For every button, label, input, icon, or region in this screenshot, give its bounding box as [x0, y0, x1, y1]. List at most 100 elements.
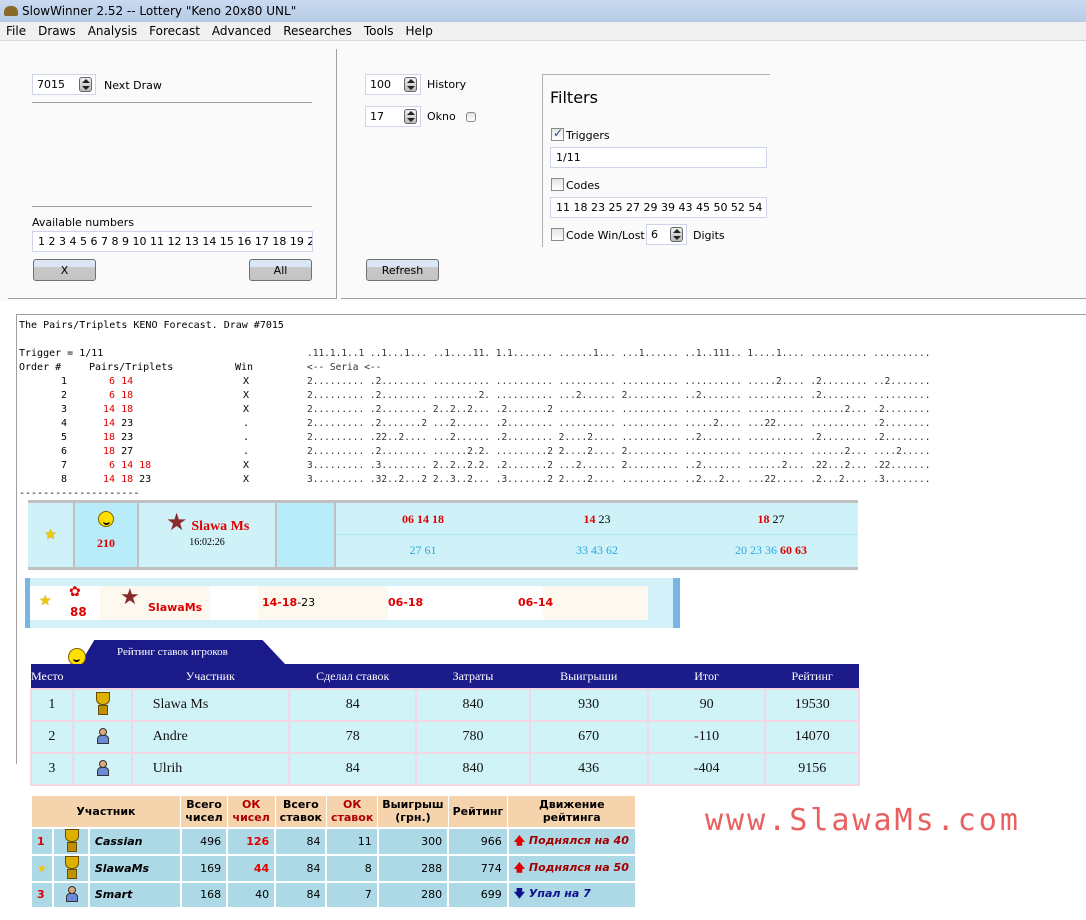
spinner-arrows-icon[interactable]: [404, 77, 417, 92]
triggers-checkbox[interactable]: [551, 126, 564, 141]
divider: [8, 298, 336, 299]
person-icon: [65, 886, 78, 902]
stats-header: ОК чисел: [226, 795, 276, 828]
menu-researches[interactable]: Researches: [277, 24, 358, 38]
menu-bar: File Draws Analysis Forecast Advanced Re…: [0, 22, 1086, 41]
code-win-lost-label: Code Win/Lost: [566, 229, 645, 242]
triggers-field[interactable]: 1/11: [550, 147, 767, 168]
rank-cell: ★: [28, 503, 75, 567]
stats-name[interactable]: Smart: [87, 880, 182, 909]
bet-numbers: 06-18: [388, 596, 423, 609]
stats-win: 300: [376, 826, 450, 856]
trigger-series: .11.1.1..1 ..1...1... ..1....11. 1.1....…: [307, 348, 931, 359]
menu-help[interactable]: Help: [399, 24, 438, 38]
menu-analysis[interactable]: Analysis: [82, 24, 143, 38]
row-series: 2......... .2........ .......... .......…: [307, 376, 931, 387]
refresh-button[interactable]: Refresh: [366, 259, 439, 281]
spinner-arrows-icon[interactable]: [404, 109, 417, 124]
row-order: 4: [61, 418, 68, 429]
rating-total: -110: [646, 720, 767, 754]
col-pairs: Pairs/Triplets: [89, 362, 174, 373]
rating-total: 90: [646, 688, 767, 722]
stats-header: Всего чисел: [180, 795, 228, 828]
divider: [336, 49, 337, 299]
row-series: 2......... .22..2.... ...2...... .2.....…: [307, 432, 931, 443]
row-numbers: 14 23: [103, 417, 139, 431]
rating-rating: 19530: [764, 688, 860, 722]
code-win-lost-checkbox[interactable]: [551, 228, 564, 241]
points-value: 88: [70, 605, 87, 619]
row-numbers: 6 14 18: [103, 459, 157, 473]
menu-advanced[interactable]: Advanced: [206, 24, 277, 38]
hit-number: 14: [121, 460, 134, 471]
available-numbers-field[interactable]: 1 2 3 4 5 6 7 8 9 10 11 12 13 14 15 16 1…: [32, 231, 313, 252]
history-spinner[interactable]: 100: [365, 74, 421, 95]
bet-miss: 23: [598, 512, 611, 526]
menu-file[interactable]: File: [0, 24, 32, 38]
codes-checkbox[interactable]: [551, 178, 564, 191]
divider: [542, 74, 543, 247]
stats-header: Всего ставок: [274, 795, 327, 828]
rating-header: Участник: [131, 664, 289, 689]
stats-rating: 774: [447, 853, 509, 883]
digits-spinner[interactable]: 6: [646, 224, 687, 245]
rating-tab[interactable]: Рейтинг ставок игроков: [80, 640, 285, 664]
star-icon: ★: [44, 527, 57, 543]
menu-draws[interactable]: Draws: [32, 24, 82, 38]
number: 23: [121, 418, 134, 429]
watermark: www.SlawaMs.com: [705, 803, 1021, 838]
spinner-arrows-icon[interactable]: [79, 77, 92, 92]
bet-hit: 14: [583, 512, 596, 526]
row-order: 3: [61, 404, 68, 415]
trigger-line: Trigger = 1/11: [19, 348, 104, 359]
digits-value[interactable]: 6: [651, 228, 658, 241]
next-draw-value[interactable]: 7015: [37, 78, 65, 91]
filters-title: Filters: [550, 88, 598, 107]
stats-place: 1: [30, 826, 54, 856]
user-name[interactable]: Slawa Ms: [191, 519, 249, 534]
all-button[interactable]: All: [249, 259, 312, 281]
hit-numbers: 33 43 62: [576, 543, 618, 557]
okno-checkbox[interactable]: [466, 112, 476, 122]
rating-header: Выигрыши: [529, 664, 648, 689]
codes-field[interactable]: 11 18 23 25 27 29 39 43 45 50 52 54 56: [550, 197, 767, 218]
rating-bets: 78: [287, 720, 418, 754]
bar: [673, 578, 680, 628]
medal-star-icon: ★: [120, 585, 140, 610]
user-name[interactable]: SlawaMs: [148, 601, 202, 614]
draw-hits: 27 61: [336, 535, 510, 558]
movement-text: Поднялся на 50: [528, 860, 629, 874]
bet-column: 18 27 20 23 36 60 63: [684, 503, 858, 567]
spinner-arrows-icon[interactable]: [670, 227, 683, 242]
bet-hit: 18: [757, 512, 770, 526]
stats-table: Участник Всего чисел ОК чисел Всего ставок О…: [30, 795, 637, 909]
trophy-icon: [62, 828, 80, 852]
app-turtle-icon: [4, 6, 18, 16]
next-draw-spinner[interactable]: 7015: [32, 74, 96, 95]
history-value[interactable]: 100: [370, 78, 391, 91]
hit-number: 18: [121, 474, 134, 485]
rating-header: Итог: [647, 664, 766, 689]
row-order: 6: [61, 446, 68, 457]
row-win: .: [243, 446, 250, 457]
points-cell: 210: [75, 503, 139, 567]
menu-tools[interactable]: Tools: [358, 24, 400, 38]
clear-button[interactable]: X: [33, 259, 96, 281]
rating-row: 3 Ulrih 84 840 436 -404 9156: [30, 752, 860, 786]
bet-numbers: 14-18-23: [262, 596, 315, 609]
title-bar: SlowWinner 2.52 -- Lottery "Keno 20x80 U…: [0, 0, 1086, 22]
stats-name[interactable]: Cassian: [87, 826, 182, 856]
stats-name[interactable]: SlawaMs: [87, 853, 182, 883]
hit-number: 6: [103, 390, 116, 401]
bet-hit: 06-14: [518, 596, 554, 609]
okno-value[interactable]: 17: [370, 110, 384, 123]
stats-ok_nums: 40: [226, 880, 277, 909]
okno-spinner[interactable]: 17: [365, 106, 421, 127]
stats-header: Участник: [30, 795, 182, 828]
rating-rating: 9156: [764, 752, 860, 786]
trophy-icon: [62, 855, 80, 879]
bet-numbers: 06 14 18: [336, 503, 510, 535]
menu-forecast[interactable]: Forecast: [143, 24, 206, 38]
rating-total: -404: [646, 752, 767, 786]
medal-star-icon: ★: [165, 510, 188, 536]
